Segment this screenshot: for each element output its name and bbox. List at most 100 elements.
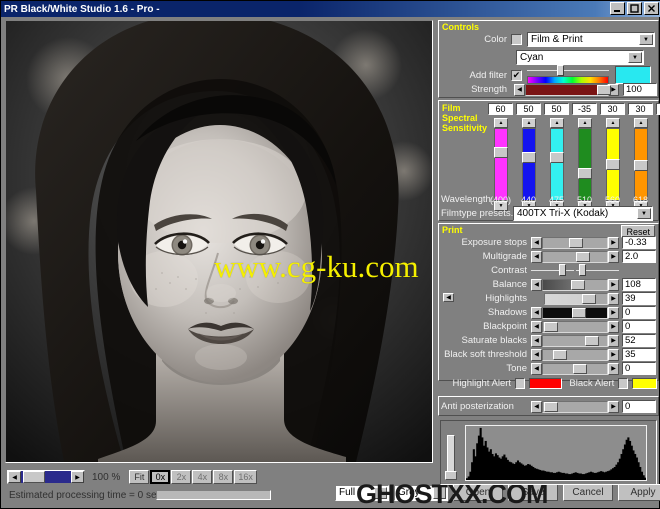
contrast-thumb-high[interactable]: [579, 264, 587, 276]
decrease-icon[interactable]: ◀: [531, 236, 542, 249]
increase-icon[interactable]: ▲: [578, 118, 592, 128]
tone-thumb[interactable]: [573, 363, 588, 374]
anti-posterization-slider[interactable]: ◀ ▶: [531, 400, 619, 413]
strength-value[interactable]: 100: [623, 83, 657, 96]
film-thumb-560[interactable]: [606, 158, 620, 170]
zoom-scroll-thumb[interactable]: [23, 471, 45, 483]
multigrade-track[interactable]: [542, 250, 608, 263]
film-track-440[interactable]: [522, 128, 536, 201]
decrease-icon[interactable]: ◀: [531, 306, 542, 319]
increase-icon[interactable]: ▶: [608, 362, 619, 375]
exposure-stops-thumb[interactable]: [568, 237, 583, 248]
increase-icon[interactable]: ▲: [634, 118, 648, 128]
highlights-track[interactable]: [544, 292, 608, 305]
saturate-blacks-thumb[interactable]: [585, 335, 600, 346]
increase-icon[interactable]: ▶: [608, 278, 619, 291]
image-preview-pane[interactable]: www.cg-ku.com: [5, 20, 433, 463]
black-soft-threshold-slider[interactable]: ◀ ▶: [531, 348, 619, 361]
zoom-button-4x[interactable]: 4x: [192, 470, 213, 484]
zoom-scrollbar[interactable]: ◀ ▶: [7, 470, 85, 484]
zoom-scroll-track[interactable]: [21, 471, 71, 483]
anti-posterization-track[interactable]: [542, 400, 608, 413]
highlight-alert-checkbox[interactable]: [515, 378, 525, 389]
film-value-2[interactable]: 50: [544, 103, 569, 115]
black-alert-checkbox[interactable]: [618, 378, 628, 389]
close-icon[interactable]: [644, 2, 659, 15]
black-soft-threshold-value[interactable]: 35: [622, 348, 656, 361]
filmtype-select[interactable]: 400TX Tri-X (Kodak) ▼: [513, 206, 653, 221]
tone-slider[interactable]: ◀ ▶: [531, 362, 619, 375]
film-thumb-440[interactable]: [522, 151, 536, 163]
contrast-slider-high[interactable]: [576, 264, 619, 276]
zoom-button-8x[interactable]: 8x: [213, 470, 234, 484]
increase-icon[interactable]: ▶: [608, 236, 619, 249]
zoom-button-fit[interactable]: Fit: [129, 470, 150, 484]
zoom-button-2x[interactable]: 2x: [171, 470, 192, 484]
strength-thumb[interactable]: [597, 84, 612, 95]
film-track-618[interactable]: [634, 128, 648, 201]
anti-posterization-value[interactable]: 0: [622, 400, 656, 413]
decrease-icon[interactable]: ◀: [531, 400, 542, 413]
decrease-icon[interactable]: ◀: [531, 334, 542, 347]
mode-select[interactable]: Film & Print ▼: [527, 32, 655, 47]
highlights-slider[interactable]: ◀ ▶: [443, 292, 619, 305]
film-track-475[interactable]: [550, 128, 564, 201]
film-thumb-510[interactable]: [578, 168, 592, 180]
decrease-icon[interactable]: ◀: [531, 250, 542, 263]
film-value-1[interactable]: 50: [516, 103, 541, 115]
multigrade-slider[interactable]: ◀ ▶: [531, 250, 619, 263]
increase-icon[interactable]: ▶: [608, 334, 619, 347]
black-soft-threshold-thumb[interactable]: [553, 349, 568, 360]
histogram-level-thumb[interactable]: [445, 471, 457, 480]
increase-icon[interactable]: ▶: [608, 292, 619, 305]
add-filter-checkbox[interactable]: ✔: [511, 69, 522, 81]
increase-icon[interactable]: ▶: [608, 320, 619, 333]
increase-icon[interactable]: ▶: [608, 250, 619, 263]
decrease-icon[interactable]: ◀: [531, 362, 542, 375]
minimize-icon[interactable]: [610, 2, 625, 15]
tone-value[interactable]: 0: [622, 362, 656, 375]
exposure-stops-value[interactable]: -0.33: [622, 236, 656, 249]
filter-color-select[interactable]: Cyan ▼: [516, 50, 644, 65]
blackpoint-slider[interactable]: ◀ ▶: [531, 320, 619, 333]
contrast-thumb-low[interactable]: [559, 264, 567, 276]
black-alert-color-swatch[interactable]: [631, 378, 657, 389]
shadows-thumb[interactable]: [571, 307, 586, 318]
film-value-0[interactable]: 60: [488, 103, 513, 115]
maximize-icon[interactable]: [627, 2, 642, 15]
chevron-down-icon[interactable]: ▼: [628, 52, 642, 63]
film-track-510[interactable]: [578, 128, 592, 201]
hue-slider-thumb[interactable]: [556, 65, 564, 76]
saturate-blacks-value[interactable]: 52: [622, 334, 656, 347]
film-value-4[interactable]: 30: [600, 103, 625, 115]
increase-icon[interactable]: ▶: [608, 348, 619, 361]
film-value-5[interactable]: 30: [628, 103, 653, 115]
balance-track[interactable]: [542, 278, 608, 291]
contrast-slider-low[interactable]: [531, 264, 574, 276]
saturate-blacks-track[interactable]: [542, 334, 608, 347]
shadows-track[interactable]: [542, 306, 608, 319]
film-track-400[interactable]: [494, 128, 508, 201]
decrease-icon[interactable]: ◀: [443, 292, 454, 302]
filter-color-swatch[interactable]: [615, 66, 651, 84]
film-track-560[interactable]: [606, 128, 620, 201]
zoom-button-0x[interactable]: 0x: [150, 470, 171, 484]
black-soft-threshold-track[interactable]: [542, 348, 608, 361]
chevron-down-icon[interactable]: ▼: [637, 208, 651, 219]
hue-slider[interactable]: [527, 65, 609, 76]
film-value-3[interactable]: -35: [572, 103, 597, 115]
tone-track[interactable]: [542, 362, 608, 375]
balance-slider[interactable]: ◀ ▶: [531, 278, 619, 291]
saturate-blacks-slider[interactable]: ◀ ▶: [531, 334, 619, 347]
balance-value[interactable]: 108: [622, 278, 656, 291]
chevron-down-icon[interactable]: ▼: [639, 34, 653, 45]
zoom-button-16x[interactable]: 16x: [234, 470, 257, 484]
highlight-alert-color-swatch[interactable]: [528, 378, 563, 389]
decrease-icon[interactable]: ◀: [531, 278, 542, 291]
exposure-stops-track[interactable]: [542, 236, 608, 249]
decrease-icon[interactable]: ◀: [514, 83, 525, 96]
shadows-slider[interactable]: ◀ ▶: [531, 306, 619, 319]
film-thumb-618[interactable]: [634, 160, 648, 172]
multigrade-thumb[interactable]: [576, 251, 591, 262]
scroll-left-icon[interactable]: ◀: [8, 471, 21, 483]
